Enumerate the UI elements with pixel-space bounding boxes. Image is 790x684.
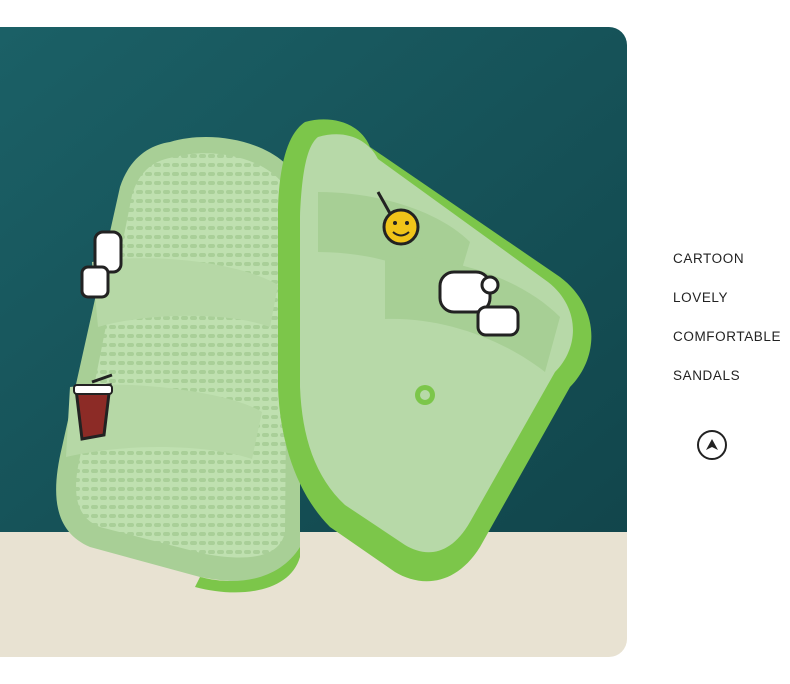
feature-word: COMFORTABLE: [673, 329, 782, 344]
product-photo: [0, 27, 627, 657]
cream-floor: [0, 532, 627, 657]
feature-word: SANDALS: [673, 368, 741, 383]
sandals-illustration: [0, 27, 627, 657]
scroll-up-button[interactable]: [697, 430, 727, 460]
feature-word-list: CARTOON LOVELY COMFORTABLE SANDALS: [673, 250, 781, 406]
feature-word: LOVELY: [673, 290, 729, 305]
up-arrow-icon: [706, 439, 718, 450]
feature-word: CARTOON: [673, 251, 745, 266]
